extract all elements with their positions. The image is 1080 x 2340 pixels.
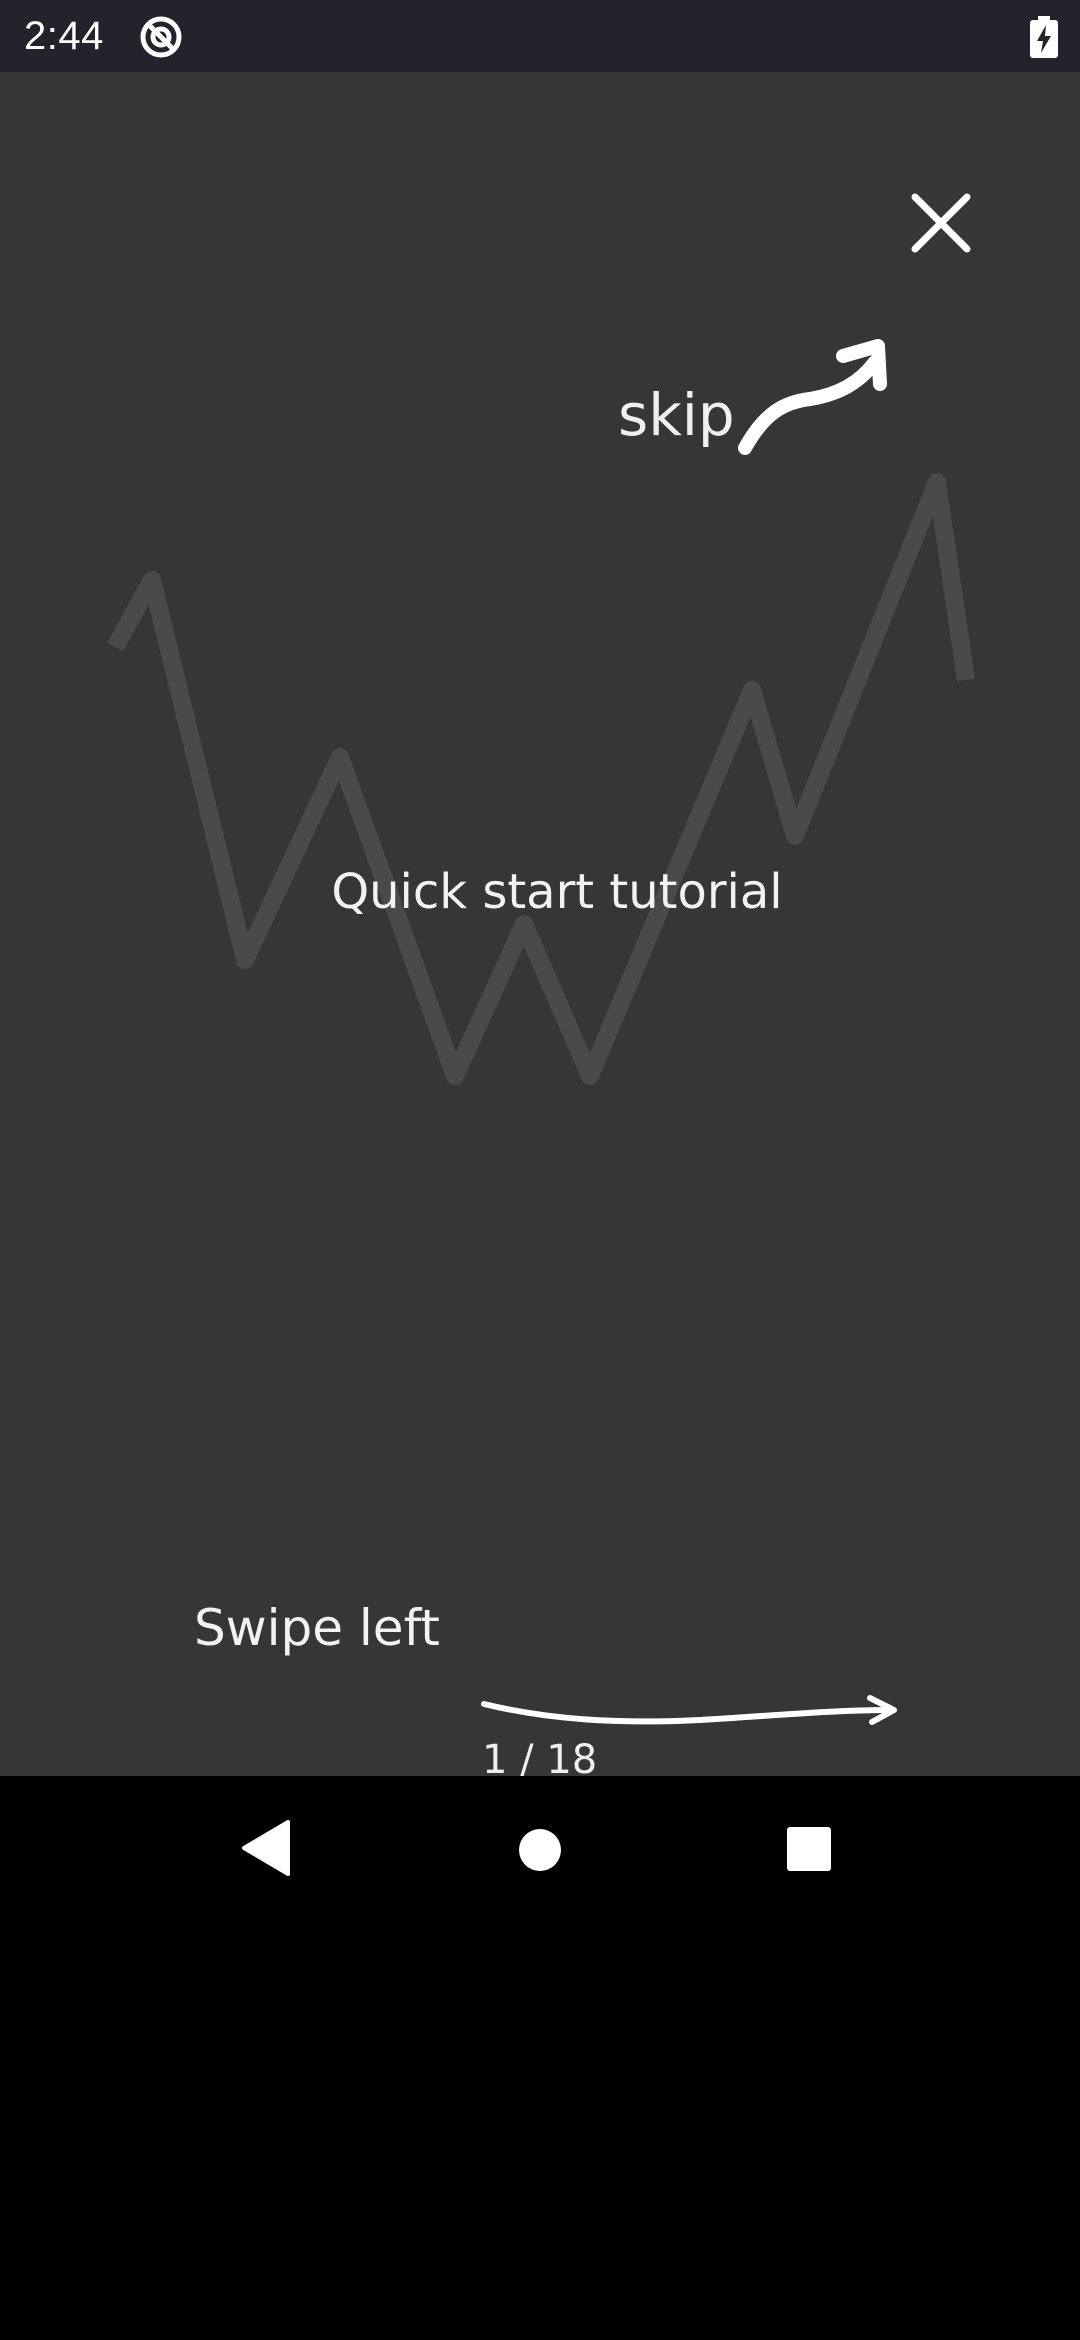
at-sign-circle-icon bbox=[140, 16, 182, 58]
battery-charging-icon bbox=[1030, 16, 1058, 58]
status-time: 2:44 bbox=[24, 14, 104, 58]
zigzag-line-icon bbox=[107, 473, 975, 1085]
swipe-hint-label: Swipe left bbox=[194, 1599, 440, 1657]
back-triangle-icon[interactable] bbox=[240, 1820, 292, 1876]
close-icon[interactable] bbox=[896, 178, 986, 268]
skip-label[interactable]: skip bbox=[618, 380, 735, 450]
navigation-bar bbox=[0, 1776, 1080, 1922]
recents-square-icon[interactable] bbox=[786, 1826, 832, 1872]
home-circle-icon[interactable] bbox=[518, 1828, 562, 1872]
tutorial-screen[interactable]: skip Quick start tutorial Swipe left 1 /… bbox=[0, 72, 1080, 1783]
tutorial-title: Quick start tutorial bbox=[331, 864, 783, 920]
curved-arrow-up-right-icon bbox=[738, 339, 887, 455]
status-bar: 2:44 bbox=[0, 0, 1080, 72]
